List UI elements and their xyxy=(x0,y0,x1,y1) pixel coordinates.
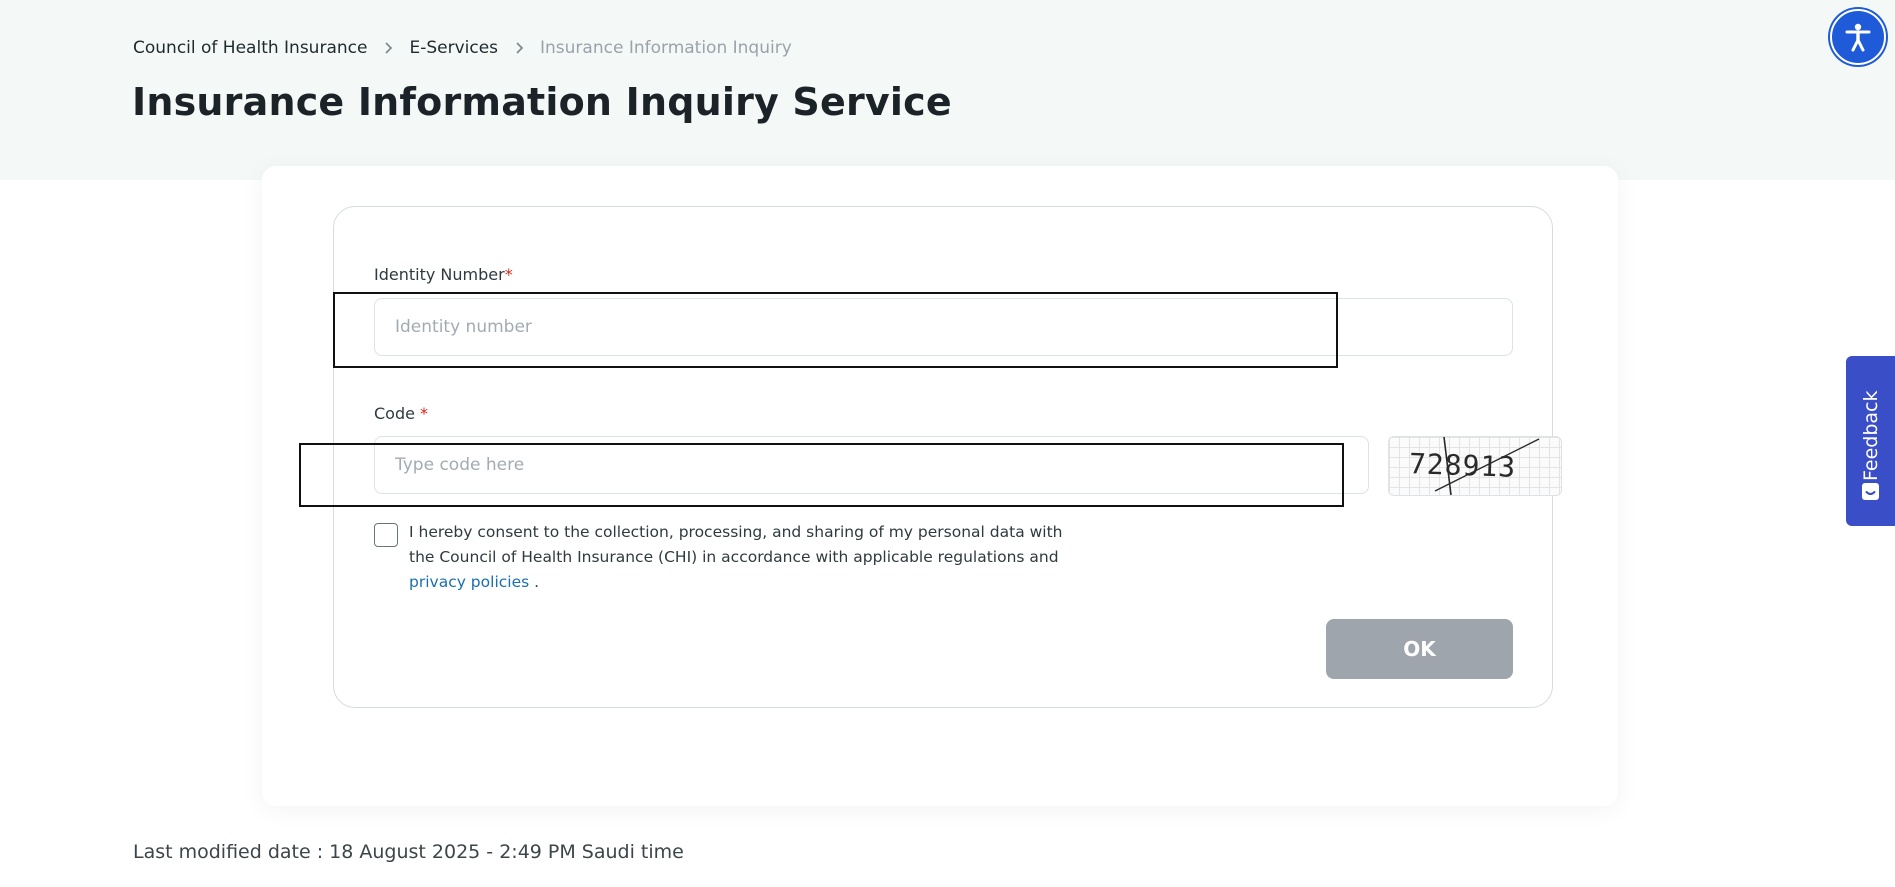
captcha-code-input[interactable] xyxy=(374,436,1369,494)
feedback-label: Feedback xyxy=(1860,390,1882,481)
last-modified-date: Last modified date : 18 August 2025 - 2:… xyxy=(133,841,684,863)
captcha-noise-lines xyxy=(1434,437,1540,495)
breadcrumb: Council of Health Insurance E-Services I… xyxy=(133,38,792,58)
code-label-text: Code xyxy=(374,404,421,423)
breadcrumb-current-page: Insurance Information Inquiry xyxy=(540,38,792,58)
identity-number-label-text: Identity Number xyxy=(374,265,505,284)
consent-text: I hereby consent to the collection, proc… xyxy=(409,520,1069,595)
identity-number-input[interactable] xyxy=(374,298,1513,356)
chevron-right-icon xyxy=(385,42,393,54)
chevron-right-icon xyxy=(516,42,524,54)
consent-text-body: I hereby consent to the collection, proc… xyxy=(409,523,1063,566)
consent-text-suffix: . xyxy=(529,573,540,591)
accessibility-button[interactable] xyxy=(1830,9,1886,65)
breadcrumb-council-of-health-insurance[interactable]: Council of Health Insurance xyxy=(133,38,367,58)
code-label: Code * xyxy=(374,404,428,423)
consent-checkbox[interactable] xyxy=(374,523,398,547)
breadcrumb-e-services[interactable]: E-Services xyxy=(409,38,498,58)
page-title: Insurance Information Inquiry Service xyxy=(132,80,952,124)
ok-button[interactable]: OK xyxy=(1326,619,1513,679)
captcha-image: 728913 xyxy=(1388,436,1562,496)
feedback-smile-icon xyxy=(1862,483,1879,500)
identity-number-label: Identity Number* xyxy=(374,265,513,284)
feedback-tab[interactable]: Feedback xyxy=(1846,356,1895,526)
required-marker: * xyxy=(504,265,513,284)
accessibility-icon xyxy=(1845,23,1871,52)
privacy-policies-link[interactable]: privacy policies xyxy=(409,573,529,591)
required-marker: * xyxy=(420,404,429,423)
